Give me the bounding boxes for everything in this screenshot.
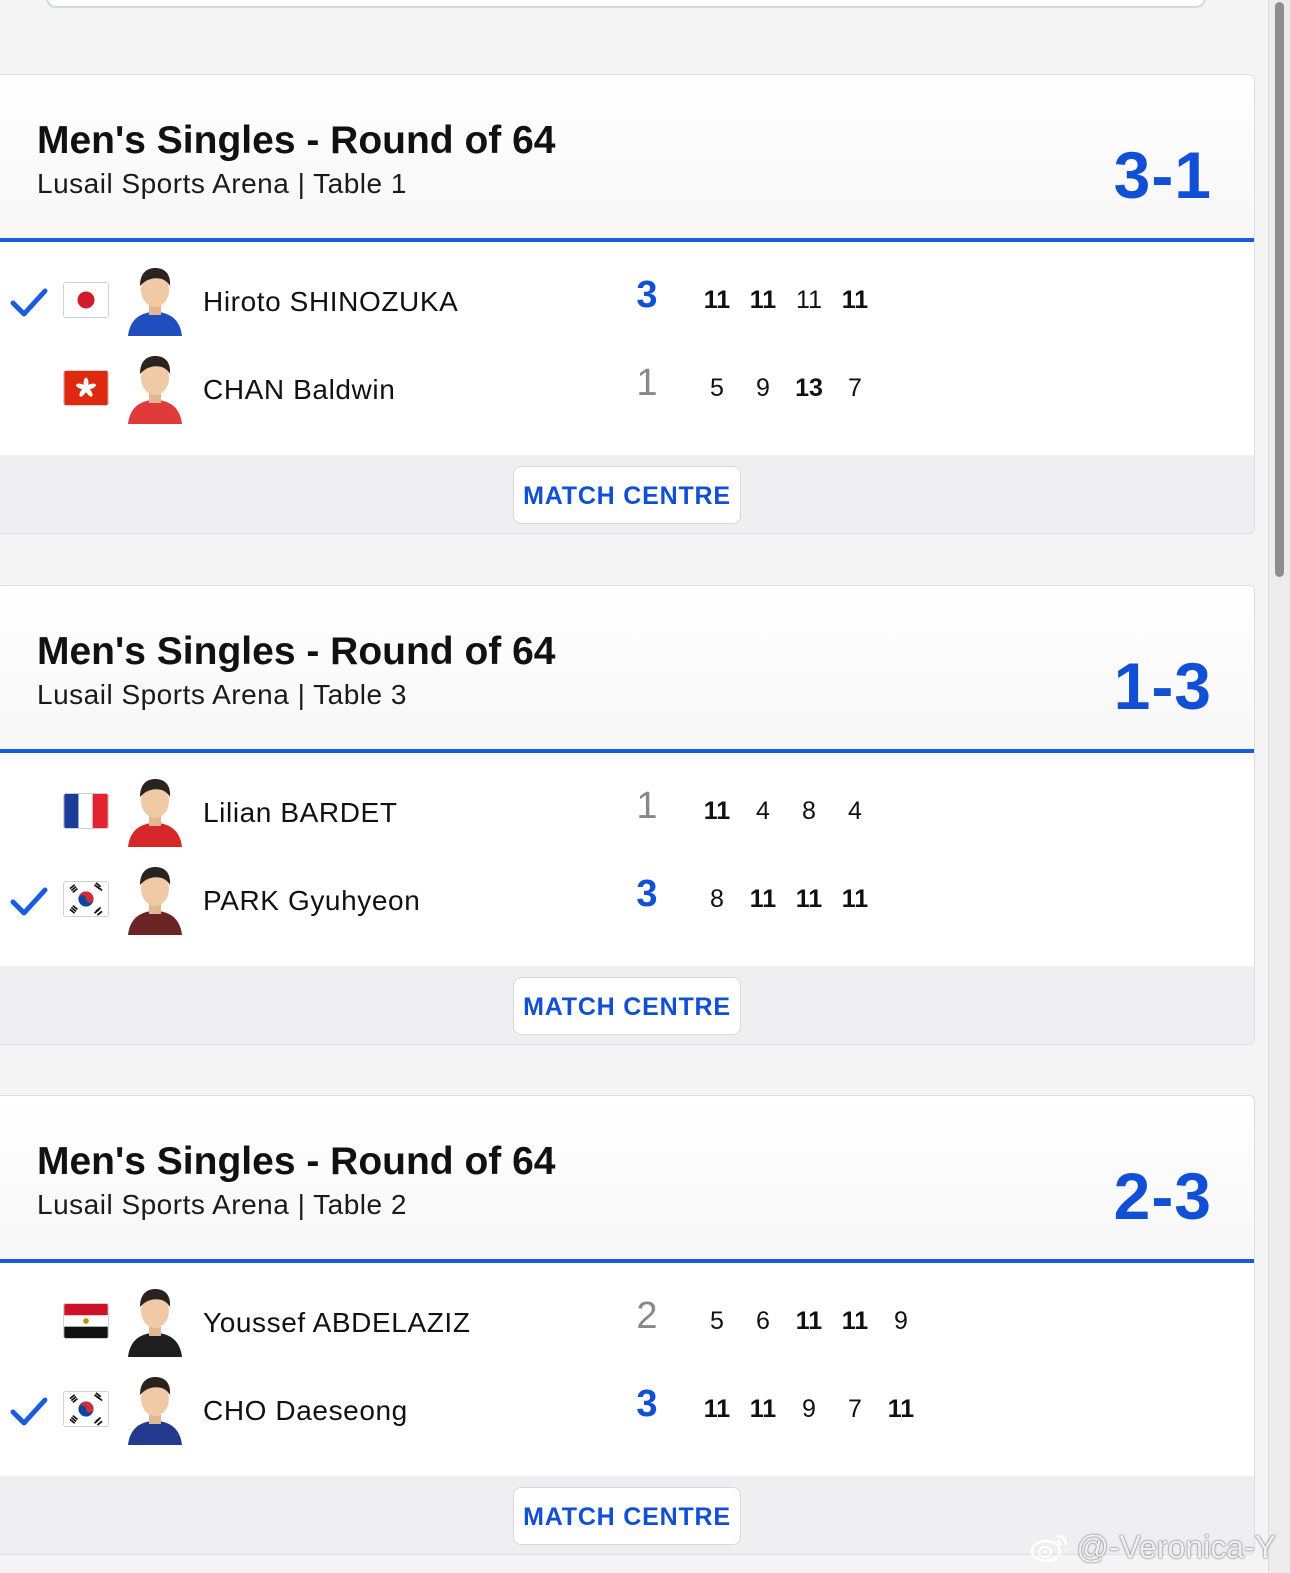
- game-score: 11: [795, 1307, 823, 1335]
- game-score: 4: [756, 797, 770, 825]
- game-score: 6: [756, 1307, 770, 1335]
- player-avatar[interactable]: [124, 861, 186, 935]
- game-score: 13: [795, 374, 823, 402]
- game-score: 11: [749, 1395, 777, 1423]
- venue-label: Lusail Sports Arena | Table 3: [37, 679, 407, 710]
- player-name[interactable]: CHO Daeseong: [203, 1395, 408, 1427]
- match-header: Men's Singles - Round of 64 Lusail Sports…: [0, 75, 1254, 242]
- player-row[interactable]: Lilian BARDET 1 11 4 8 4: [0, 773, 1254, 853]
- game-score: 4: [848, 797, 862, 825]
- match-card: Men's Singles - Round of 64 Lusail Sports…: [0, 1095, 1255, 1555]
- winner-check-icon: [9, 282, 49, 322]
- game-score: 11: [887, 1395, 915, 1423]
- france-flag-icon: [63, 793, 109, 829]
- sets-won: 3: [636, 873, 658, 915]
- game-score: 7: [848, 1395, 862, 1423]
- player-avatar[interactable]: [124, 1371, 186, 1445]
- players-list: Lilian BARDET 1 11 4 8 4 PARK Gyuhyeon 3 8 11 11 11: [0, 753, 1254, 963]
- hong-kong-flag-icon: [63, 370, 109, 406]
- player-avatar[interactable]: [124, 262, 186, 336]
- event-title: Men's Singles - Round of 64: [37, 119, 556, 162]
- scrollbar-thumb[interactable]: [1275, 2, 1284, 577]
- venue-label: Lusail Sports Arena | Table 1: [37, 168, 407, 199]
- sets-won: 1: [636, 362, 658, 404]
- player-row[interactable]: CHAN Baldwin 1 5 9 13 7: [0, 350, 1254, 430]
- game-score: 11: [703, 797, 731, 825]
- venue-label: Lusail Sports Arena | Table 2: [37, 1189, 407, 1220]
- event-title: Men's Singles - Round of 64: [37, 1140, 556, 1183]
- game-score: 11: [841, 1307, 869, 1335]
- player-name[interactable]: PARK Gyuhyeon: [203, 885, 420, 917]
- south-korea-flag-icon: [63, 881, 109, 917]
- player-avatar[interactable]: [124, 1283, 186, 1357]
- match-centre-button[interactable]: MATCH CENTRE: [513, 1487, 741, 1545]
- player-row[interactable]: Hiroto SHINOZUKA 3 11 11 11 11: [0, 262, 1254, 342]
- player-row[interactable]: PARK Gyuhyeon 3 8 11 11 11: [0, 861, 1254, 941]
- match-centre-button[interactable]: MATCH CENTRE: [513, 466, 741, 524]
- game-score: 5: [710, 1307, 724, 1335]
- game-score: 8: [802, 797, 816, 825]
- player-row[interactable]: CHO Daeseong 3 11 11 9 7 11: [0, 1371, 1254, 1451]
- watermark-text: @-Veronica-Y: [1076, 1528, 1276, 1565]
- game-score: 11: [796, 286, 822, 314]
- player-row[interactable]: Youssef ABDELAZIZ 2 5 6 11 11 9: [0, 1283, 1254, 1363]
- player-name[interactable]: Lilian BARDET: [203, 797, 398, 829]
- game-score: 9: [756, 374, 770, 402]
- match-centre-button[interactable]: MATCH CENTRE: [513, 977, 741, 1035]
- egypt-flag-icon: [63, 1303, 109, 1339]
- game-score: 11: [703, 286, 731, 314]
- game-score: 11: [749, 286, 777, 314]
- south-korea-flag-icon: [63, 1391, 109, 1427]
- japan-flag-icon: [63, 282, 109, 318]
- sets-won: 3: [636, 1383, 658, 1425]
- match-header: Men's Singles - Round of 64 Lusail Sports…: [0, 1096, 1254, 1263]
- player-name[interactable]: Youssef ABDELAZIZ: [203, 1307, 471, 1339]
- game-score: 11: [703, 1395, 731, 1423]
- match-card: Men's Singles - Round of 64 Lusail Sports…: [0, 585, 1255, 1045]
- game-score: 9: [894, 1307, 908, 1335]
- players-list: Hiroto SHINOZUKA 3 11 11 11 11 CHAN Baldwin 1 5 9…: [0, 242, 1254, 452]
- player-avatar[interactable]: [124, 350, 186, 424]
- match-header: Men's Singles - Round of 64 Lusail Sports…: [0, 586, 1254, 753]
- winner-check-icon: [9, 881, 49, 921]
- game-score: 11: [749, 885, 777, 913]
- page: Men's Singles - Round of 64 Lusail Sports…: [0, 0, 1290, 1573]
- event-title: Men's Singles - Round of 64: [37, 630, 556, 673]
- match-score: 2-3: [1113, 1159, 1212, 1233]
- player-avatar[interactable]: [124, 773, 186, 847]
- sets-won: 3: [636, 274, 658, 316]
- match-footer: MATCH CENTRE: [0, 966, 1254, 1044]
- game-score: 9: [802, 1395, 816, 1423]
- weibo-logo-icon: [1031, 1534, 1068, 1563]
- game-score: 8: [710, 885, 724, 913]
- player-name[interactable]: Hiroto SHINOZUKA: [203, 286, 458, 318]
- scrollbar[interactable]: [1268, 0, 1290, 1573]
- top-partial-field[interactable]: [46, 0, 1206, 8]
- match-footer: MATCH CENTRE: [0, 455, 1254, 533]
- game-score: 11: [841, 286, 869, 314]
- match-score: 3-1: [1113, 138, 1212, 212]
- players-list: Youssef ABDELAZIZ 2 5 6 11 11 9 CHO Daeseong 3 11…: [0, 1263, 1254, 1473]
- game-score: 11: [795, 885, 823, 913]
- player-name[interactable]: CHAN Baldwin: [203, 374, 395, 406]
- game-score: 11: [841, 885, 869, 913]
- winner-check-icon: [9, 1391, 49, 1431]
- match-card: Men's Singles - Round of 64 Lusail Sports…: [0, 74, 1255, 534]
- watermark: @-Veronica-Y: [1030, 1527, 1276, 1567]
- sets-won: 2: [636, 1295, 658, 1337]
- sets-won: 1: [636, 785, 658, 827]
- game-score: 7: [848, 374, 862, 402]
- game-score: 5: [710, 374, 724, 402]
- match-score: 1-3: [1113, 649, 1212, 723]
